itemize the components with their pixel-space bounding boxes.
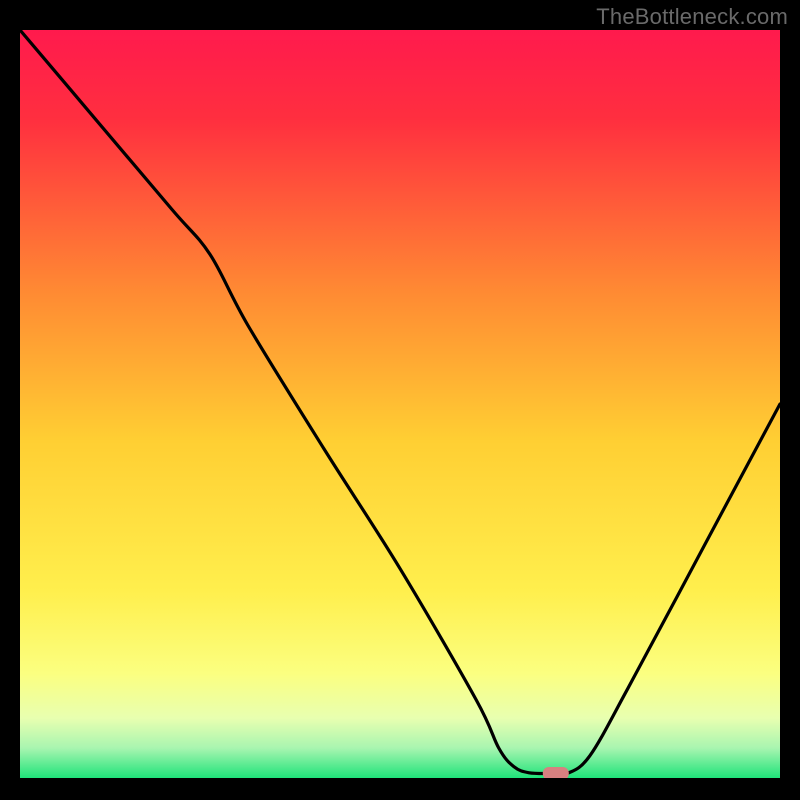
plot-area — [20, 30, 780, 778]
watermark-text: TheBottleneck.com — [596, 4, 788, 30]
chart-svg — [20, 30, 780, 778]
gradient-background — [20, 30, 780, 778]
chart-container: TheBottleneck.com — [0, 0, 800, 800]
optimal-marker — [543, 767, 569, 778]
